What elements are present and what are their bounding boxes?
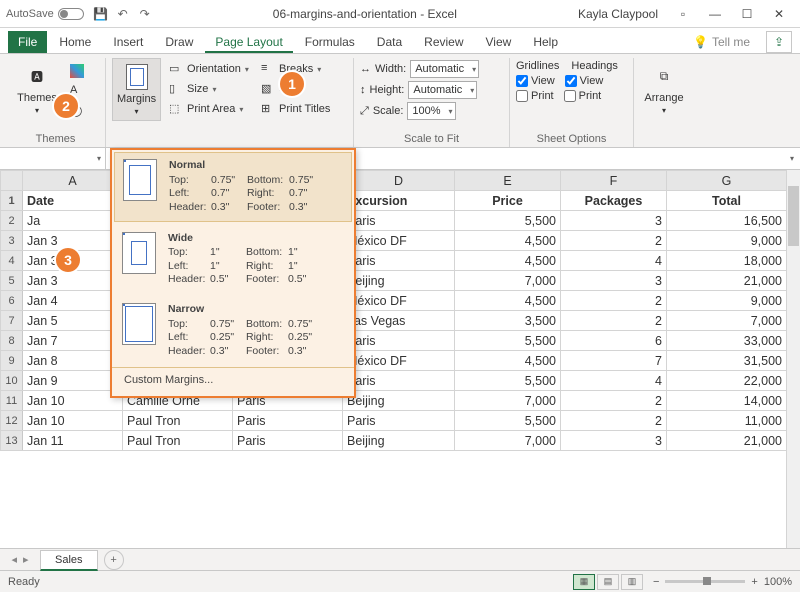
sheet-tab-sales[interactable]: Sales <box>40 550 98 571</box>
width-icon: ↔ <box>360 63 371 75</box>
ribbon: 🅰 Themes ▾ A ◯ Themes Margins ▾ ▭Orienta… <box>0 54 800 148</box>
gridlines-view-checkbox[interactable]: View <box>516 75 555 87</box>
arrange-icon: ⧉ <box>650 62 678 90</box>
table-row[interactable]: 12Jan 10Paul TronParisParis5,500211,000 <box>1 411 787 431</box>
name-box[interactable] <box>0 148 106 169</box>
col-header[interactable]: G <box>667 171 787 191</box>
maximize-icon[interactable]: ☐ <box>732 4 762 24</box>
print-area-button[interactable]: ⬚Print Area▾ <box>165 100 253 118</box>
arrange-button[interactable]: ⧉ Arrange ▾ <box>640 58 688 119</box>
share-icon: ⇪ <box>774 35 784 49</box>
table-row[interactable]: 13Jan 11Paul TronParisBeijing7,000321,00… <box>1 431 787 451</box>
gridlines-print-checkbox[interactable]: Print <box>516 90 554 102</box>
save-icon[interactable]: 💾 <box>94 7 108 21</box>
gridlines-label: Gridlines <box>516 60 559 72</box>
status-ready: Ready <box>8 576 40 588</box>
page-break-view-icon[interactable]: ▥ <box>621 574 643 590</box>
zoom-slider[interactable] <box>665 580 745 583</box>
sheet-tab-bar: ◂▸ Sales + <box>0 548 800 570</box>
tab-draw[interactable]: Draw <box>155 31 203 53</box>
tab-file[interactable]: File <box>8 31 47 53</box>
headings-view-checkbox[interactable]: View <box>565 75 604 87</box>
tab-view[interactable]: View <box>476 31 522 53</box>
tab-insert[interactable]: Insert <box>103 31 153 53</box>
colors-button[interactable] <box>66 62 88 80</box>
print-titles-button[interactable]: ⊞Print Titles <box>257 100 347 118</box>
breaks-icon: ≡ <box>261 62 275 76</box>
print-titles-icon: ⊞ <box>261 102 275 116</box>
tell-me-search[interactable]: 💡 Tell me <box>685 31 758 53</box>
width-combo[interactable]: Automatic <box>410 60 479 78</box>
scale-combo[interactable]: 100% <box>407 102 455 120</box>
callout-two: 2 <box>52 92 80 120</box>
user-name[interactable]: Kayla Claypool <box>578 7 658 21</box>
margins-button[interactable]: Margins ▾ <box>112 58 161 121</box>
sheet-nav[interactable]: ◂▸ <box>0 553 40 566</box>
autosave-toggle[interactable]: AutoSave <box>6 8 84 20</box>
headings-label: Headings <box>571 60 617 72</box>
col-header[interactable]: F <box>561 171 667 191</box>
zoom-in-icon[interactable]: + <box>751 576 757 588</box>
vertical-scrollbar[interactable] <box>786 170 800 548</box>
margins-thumb-icon <box>122 303 156 345</box>
margins-thumb-icon <box>123 159 157 201</box>
group-label-page-setup <box>112 131 347 147</box>
tab-formulas[interactable]: Formulas <box>295 31 365 53</box>
zoom-control[interactable]: − + 100% <box>653 576 792 588</box>
margins-icon <box>123 63 151 91</box>
margins-option-narrow[interactable]: Narrow Top:0.75"Bottom:0.75" Left:0.25"R… <box>112 295 354 367</box>
title-bar: AutoSave 💾 ↶ ↷ 06-margins-and-orientatio… <box>0 0 800 28</box>
status-bar: Ready ▦ ▤ ▥ − + 100% <box>0 570 800 592</box>
callout-three: 3 <box>54 246 82 274</box>
tab-review[interactable]: Review <box>414 31 473 53</box>
group-label-themes: Themes <box>12 131 99 147</box>
headings-print-checkbox[interactable]: Print <box>564 90 602 102</box>
window-title: 06-margins-and-orientation - Excel <box>152 7 578 21</box>
redo-icon[interactable]: ↷ <box>138 7 152 21</box>
custom-margins-item[interactable]: Custom Margins... <box>112 367 354 392</box>
margins-option-normal[interactable]: Normal Top:0.75"Bottom:0.75" Left:0.7"Ri… <box>114 152 352 222</box>
ribbon-options-icon[interactable]: ▫ <box>668 4 698 24</box>
group-label-scale: Scale to Fit <box>360 131 503 147</box>
tab-page-layout[interactable]: Page Layout <box>205 31 292 53</box>
tab-home[interactable]: Home <box>49 31 101 53</box>
tab-data[interactable]: Data <box>367 31 412 53</box>
add-sheet-button[interactable]: + <box>104 550 124 570</box>
tab-help[interactable]: Help <box>523 31 568 53</box>
zoom-level[interactable]: 100% <box>764 576 792 588</box>
group-label-sheet-options: Sheet Options <box>516 131 627 147</box>
undo-icon[interactable]: ↶ <box>116 7 130 21</box>
orientation-button[interactable]: ▭Orientation▾ <box>165 60 253 78</box>
scale-icon: ⤢ <box>360 105 369 118</box>
colors-icon <box>70 64 84 78</box>
zoom-out-icon[interactable]: − <box>653 576 659 588</box>
ribbon-tabs: File HomeInsertDrawPage LayoutFormulasDa… <box>0 28 800 54</box>
print-area-icon: ⬚ <box>169 102 183 116</box>
size-icon: ▯ <box>169 82 183 96</box>
margins-dropdown-panel: Normal Top:0.75"Bottom:0.75" Left:0.7"Ri… <box>110 148 356 398</box>
toggle-off-icon <box>58 8 84 20</box>
height-combo[interactable]: Automatic <box>408 81 477 99</box>
share-button[interactable]: ⇪ <box>766 31 792 53</box>
select-all-corner[interactable] <box>1 171 23 191</box>
margins-thumb-icon <box>122 232 156 274</box>
callout-one: 1 <box>278 70 306 98</box>
col-header[interactable]: E <box>455 171 561 191</box>
background-icon: ▧ <box>261 82 275 96</box>
themes-icon: 🅰 <box>23 62 51 90</box>
orientation-icon: ▭ <box>169 62 183 76</box>
height-icon: ↕ <box>360 84 366 96</box>
col-header[interactable]: D <box>343 171 455 191</box>
lightbulb-icon: 💡 <box>693 35 708 49</box>
expand-formula-icon[interactable]: ▾ <box>784 148 800 169</box>
minimize-icon[interactable]: ― <box>700 4 730 24</box>
quick-access-toolbar: 💾 ↶ ↷ <box>94 7 152 21</box>
margins-option-wide[interactable]: Wide Top:1"Bottom:1" Left:1"Right:1" Hea… <box>112 224 354 296</box>
normal-view-icon[interactable]: ▦ <box>573 574 595 590</box>
col-header[interactable]: A <box>23 171 123 191</box>
page-layout-view-icon[interactable]: ▤ <box>597 574 619 590</box>
size-button[interactable]: ▯Size▾ <box>165 80 253 98</box>
close-icon[interactable]: ✕ <box>764 4 794 24</box>
